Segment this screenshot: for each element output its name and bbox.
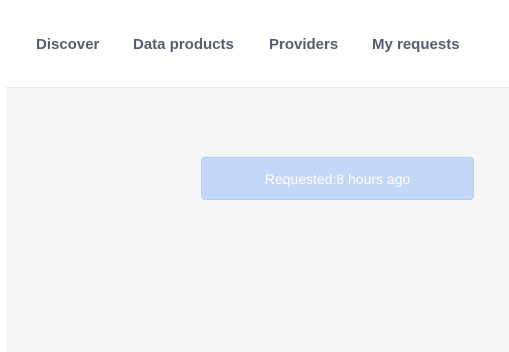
- main-content: Requested: 8 hours ago: [6, 88, 509, 352]
- nav-item-providers[interactable]: Providers: [269, 36, 338, 54]
- request-status-label: Requested:: [264, 170, 337, 187]
- app-frame: Discover Data products Providers My requ…: [6, 4, 509, 352]
- top-navigation: Discover Data products Providers My requ…: [6, 4, 509, 88]
- nav-item-my-requests[interactable]: My requests: [372, 36, 460, 54]
- request-status-time: 8 hours ago: [336, 170, 411, 187]
- nav-item-discover[interactable]: Discover: [36, 36, 99, 54]
- nav-item-data-products[interactable]: Data products: [133, 36, 234, 54]
- request-status-badge[interactable]: Requested: 8 hours ago: [201, 157, 474, 200]
